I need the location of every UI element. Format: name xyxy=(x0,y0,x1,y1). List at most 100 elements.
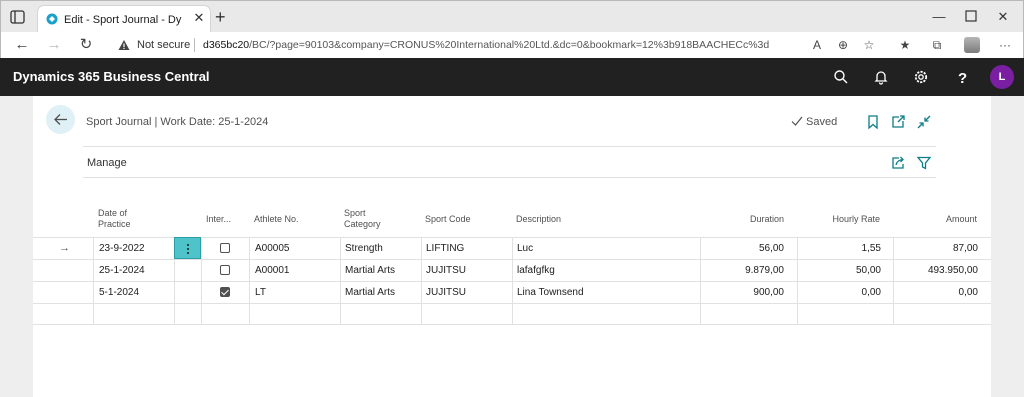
cell-divider xyxy=(93,238,94,259)
user-avatar[interactable]: L xyxy=(990,65,1014,89)
tab-close-icon[interactable]: ✕ xyxy=(192,11,206,25)
cell-divider xyxy=(512,304,513,325)
share-icon[interactable] xyxy=(890,155,906,171)
cell-athlete-no[interactable]: A00001 xyxy=(255,260,289,281)
cell-duration[interactable]: 900,00 xyxy=(705,282,784,303)
table-row[interactable]: 25-1-2024 A00001 Martial Arts JUJITSU la… xyxy=(33,259,991,281)
header-description[interactable]: Description xyxy=(516,214,561,225)
cell-divider xyxy=(421,238,422,259)
cell-divider xyxy=(249,282,250,303)
forward-nav-icon[interactable]: → xyxy=(45,36,63,54)
cell-divider xyxy=(893,238,894,259)
bookmark-icon[interactable] xyxy=(865,114,881,130)
header-sport-code[interactable]: Sport Code xyxy=(425,214,471,225)
cell-divider xyxy=(174,260,175,281)
help-icon[interactable]: ? xyxy=(954,69,970,85)
cell-amount[interactable]: 493.950,00 xyxy=(899,260,978,281)
cell-description[interactable]: lafafgfkg xyxy=(517,260,555,281)
header-amount[interactable]: Amount xyxy=(899,214,977,225)
search-icon[interactable] xyxy=(833,69,849,85)
url-field[interactable]: d365bc20/BC/?page=90103&company=CRONUS%2… xyxy=(203,39,769,51)
row-actions-button[interactable] xyxy=(174,237,201,259)
header-athlete-no[interactable]: Athlete No. xyxy=(254,214,299,225)
cell-amount[interactable]: 0,00 xyxy=(899,282,978,303)
collapse-icon[interactable] xyxy=(916,114,932,130)
back-button[interactable] xyxy=(46,105,75,134)
window-close-icon[interactable]: ✕ xyxy=(993,7,1013,27)
url-path: /BC/?page=90103&company=CRONUS%20Interna… xyxy=(249,39,770,51)
table-row[interactable]: → 23-9-2022 A00005 Strength LIFTING Luc … xyxy=(33,237,991,259)
dot xyxy=(187,248,189,250)
cell-divider xyxy=(700,282,701,303)
open-new-window-icon[interactable] xyxy=(890,114,906,130)
browser-tab[interactable]: Edit - Sport Journal - Dynamics 3 ✕ xyxy=(37,5,211,33)
cell-description[interactable]: Lina Townsend xyxy=(517,282,584,303)
cell-divider xyxy=(700,238,701,259)
zoom-icon[interactable]: ⊕ xyxy=(835,37,851,53)
cell-hourly-rate[interactable]: 50,00 xyxy=(802,260,881,281)
header-inter[interactable]: Inter... xyxy=(206,214,231,225)
cell-divider xyxy=(93,282,94,303)
collections-icon[interactable]: ⧉ xyxy=(929,37,945,53)
cell-divider xyxy=(700,304,701,325)
manage-menu[interactable]: Manage xyxy=(87,157,127,169)
cell-divider xyxy=(340,304,341,325)
header-hourly-rate[interactable]: Hourly Rate xyxy=(802,214,880,225)
app-title[interactable]: Dynamics 365 Business Central xyxy=(13,69,210,84)
new-tab-icon[interactable]: + xyxy=(215,8,226,26)
cell-duration[interactable]: 9.879,00 xyxy=(705,260,784,281)
cell-divider xyxy=(249,238,250,259)
cell-divider xyxy=(249,260,250,281)
cell-divider xyxy=(797,304,798,325)
cell-divider xyxy=(893,282,894,303)
header-sport-category[interactable]: Sport Category xyxy=(344,208,381,230)
header-duration[interactable]: Duration xyxy=(705,214,784,225)
address-separator xyxy=(194,38,195,52)
cell-divider xyxy=(249,304,250,325)
cell-athlete-no[interactable]: A00005 xyxy=(255,238,289,259)
cell-date[interactable]: 25-1-2024 xyxy=(99,260,145,281)
table-row[interactable]: 5-1-2024 LT Martial Arts JUJITSU Lina To… xyxy=(33,281,991,303)
favorite-add-icon[interactable]: ☆ xyxy=(861,37,877,53)
cell-divider xyxy=(700,260,701,281)
cell-sport-code[interactable]: LIFTING xyxy=(426,238,464,259)
settings-icon[interactable] xyxy=(913,69,929,85)
table-row-empty[interactable] xyxy=(33,303,991,325)
inter-checkbox[interactable] xyxy=(220,243,230,253)
cell-description[interactable]: Luc xyxy=(517,238,533,259)
notifications-icon[interactable] xyxy=(873,69,889,85)
cell-date[interactable]: 5-1-2024 xyxy=(99,282,139,303)
cell-sport-category[interactable]: Strength xyxy=(345,238,383,259)
cell-sport-code[interactable]: JUJITSU xyxy=(426,260,466,281)
back-nav-icon[interactable]: ← xyxy=(13,36,31,54)
cell-hourly-rate[interactable]: 1,55 xyxy=(802,238,881,259)
cell-sport-category[interactable]: Martial Arts xyxy=(345,282,395,303)
cell-divider xyxy=(893,304,894,325)
cell-sport-category[interactable]: Martial Arts xyxy=(345,260,395,281)
more-icon[interactable]: ··· xyxy=(997,37,1013,53)
cell-hourly-rate[interactable]: 0,00 xyxy=(802,282,881,303)
filter-icon[interactable] xyxy=(916,155,932,171)
read-aloud-icon[interactable]: A xyxy=(809,37,825,53)
cell-duration[interactable]: 56,00 xyxy=(705,238,784,259)
page-title: Sport Journal | Work Date: 25-1-2024 xyxy=(86,116,269,128)
refresh-icon[interactable]: ↻ xyxy=(77,36,95,54)
cell-athlete-no[interactable]: LT xyxy=(255,282,266,303)
cell-divider xyxy=(174,304,175,325)
header-cat-line1: Sport xyxy=(344,208,366,218)
cell-date[interactable]: 23-9-2022 xyxy=(99,238,145,259)
cell-sport-code[interactable]: JUJITSU xyxy=(426,282,466,303)
header-date-practice[interactable]: Date of Practice xyxy=(98,208,131,230)
cell-divider xyxy=(797,238,798,259)
inter-checkbox[interactable] xyxy=(220,287,230,297)
minimize-icon[interactable]: — xyxy=(929,7,949,27)
maximize-icon[interactable] xyxy=(965,10,977,22)
favorites-icon[interactable]: ★ xyxy=(897,37,913,53)
security-label[interactable]: Not secure xyxy=(137,39,190,51)
tab-actions-icon[interactable] xyxy=(9,9,27,25)
inter-checkbox[interactable] xyxy=(220,265,230,275)
warning-icon[interactable] xyxy=(118,39,130,51)
url-host: d365bc20 xyxy=(203,39,250,51)
cell-amount[interactable]: 87,00 xyxy=(899,238,978,259)
profile-avatar[interactable] xyxy=(964,37,980,53)
